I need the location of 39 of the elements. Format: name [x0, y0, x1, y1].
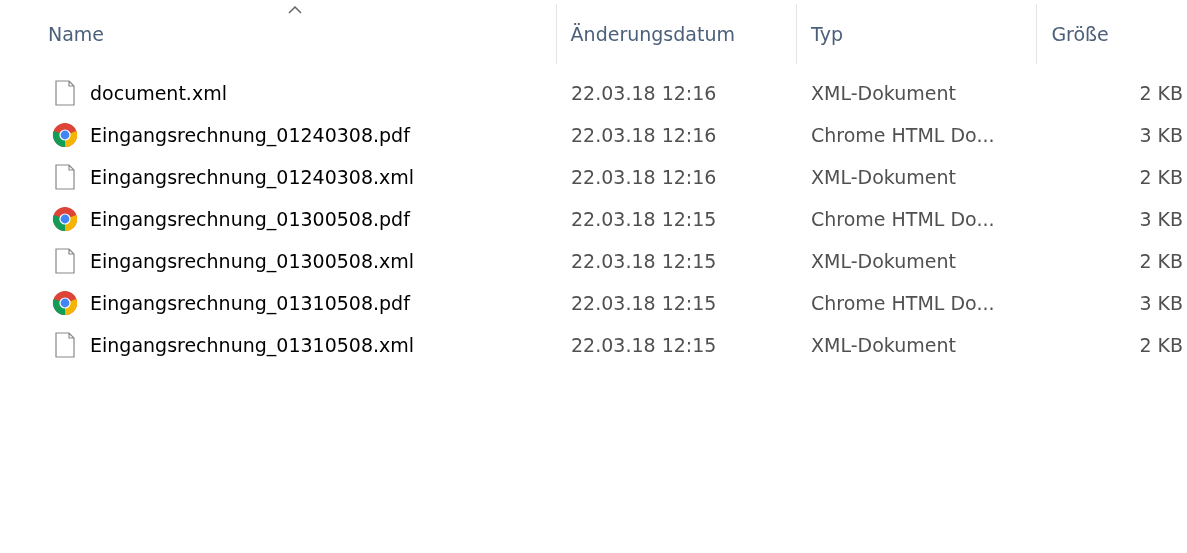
file-icon [52, 332, 78, 358]
file-name[interactable]: Eingangsrechnung_01240308.pdf [90, 124, 410, 146]
browser-icon [52, 290, 78, 316]
file-icon [52, 80, 78, 106]
column-header[interactable]: Name [0, 23, 105, 45]
file-type: XML-Dokument [811, 82, 956, 104]
file-name[interactable]: Eingangsrechnung_01310508.xml [90, 334, 415, 356]
file-name[interactable]: Eingangsrechnung_01240308.xml [90, 166, 415, 188]
file-type: XML-Dokument [811, 166, 956, 188]
browser-icon [52, 122, 78, 148]
modified-date: 22.03.18 12:16 [571, 82, 717, 104]
file-name[interactable]: Eingangsrechnung_01300508.pdf [90, 208, 410, 230]
modified-date: 22.03.18 12:15 [571, 334, 717, 356]
file-type: Chrome HTML Do... [811, 292, 995, 314]
file-size: 2 KB [1139, 334, 1183, 356]
modified-date: 22.03.18 12:15 [571, 292, 717, 314]
file-icon [52, 164, 78, 190]
file-name[interactable]: Eingangsrechnung_01300508.xml [90, 250, 415, 272]
modified-date: 22.03.18 12:16 [571, 124, 717, 146]
file-type: XML-Dokument [811, 250, 956, 272]
modified-date: 22.03.18 12:16 [571, 166, 717, 188]
file-size: 2 KB [1139, 250, 1183, 272]
file-size: 3 KB [1139, 208, 1183, 230]
file-name[interactable]: document.xml [90, 82, 227, 104]
file-size: 3 KB [1139, 292, 1183, 314]
file-size: 2 KB [1139, 166, 1183, 188]
column-header[interactable]: Größe [1037, 23, 1109, 45]
file-size: 2 KB [1139, 82, 1183, 104]
file-type: XML-Dokument [811, 334, 956, 356]
browser-icon [52, 206, 78, 232]
file-icon [52, 248, 78, 274]
file-size: 3 KB [1139, 124, 1183, 146]
file-type: Chrome HTML Do... [811, 124, 995, 146]
file-name[interactable]: Eingangsrechnung_01310508.pdf [90, 292, 410, 314]
file-type: Chrome HTML Do... [811, 208, 995, 230]
modified-date: 22.03.18 12:15 [571, 208, 717, 230]
column-header[interactable]: Typ [797, 23, 843, 45]
modified-date: 22.03.18 12:15 [571, 250, 717, 272]
column-header[interactable]: Änderungsdatum [556, 23, 735, 45]
